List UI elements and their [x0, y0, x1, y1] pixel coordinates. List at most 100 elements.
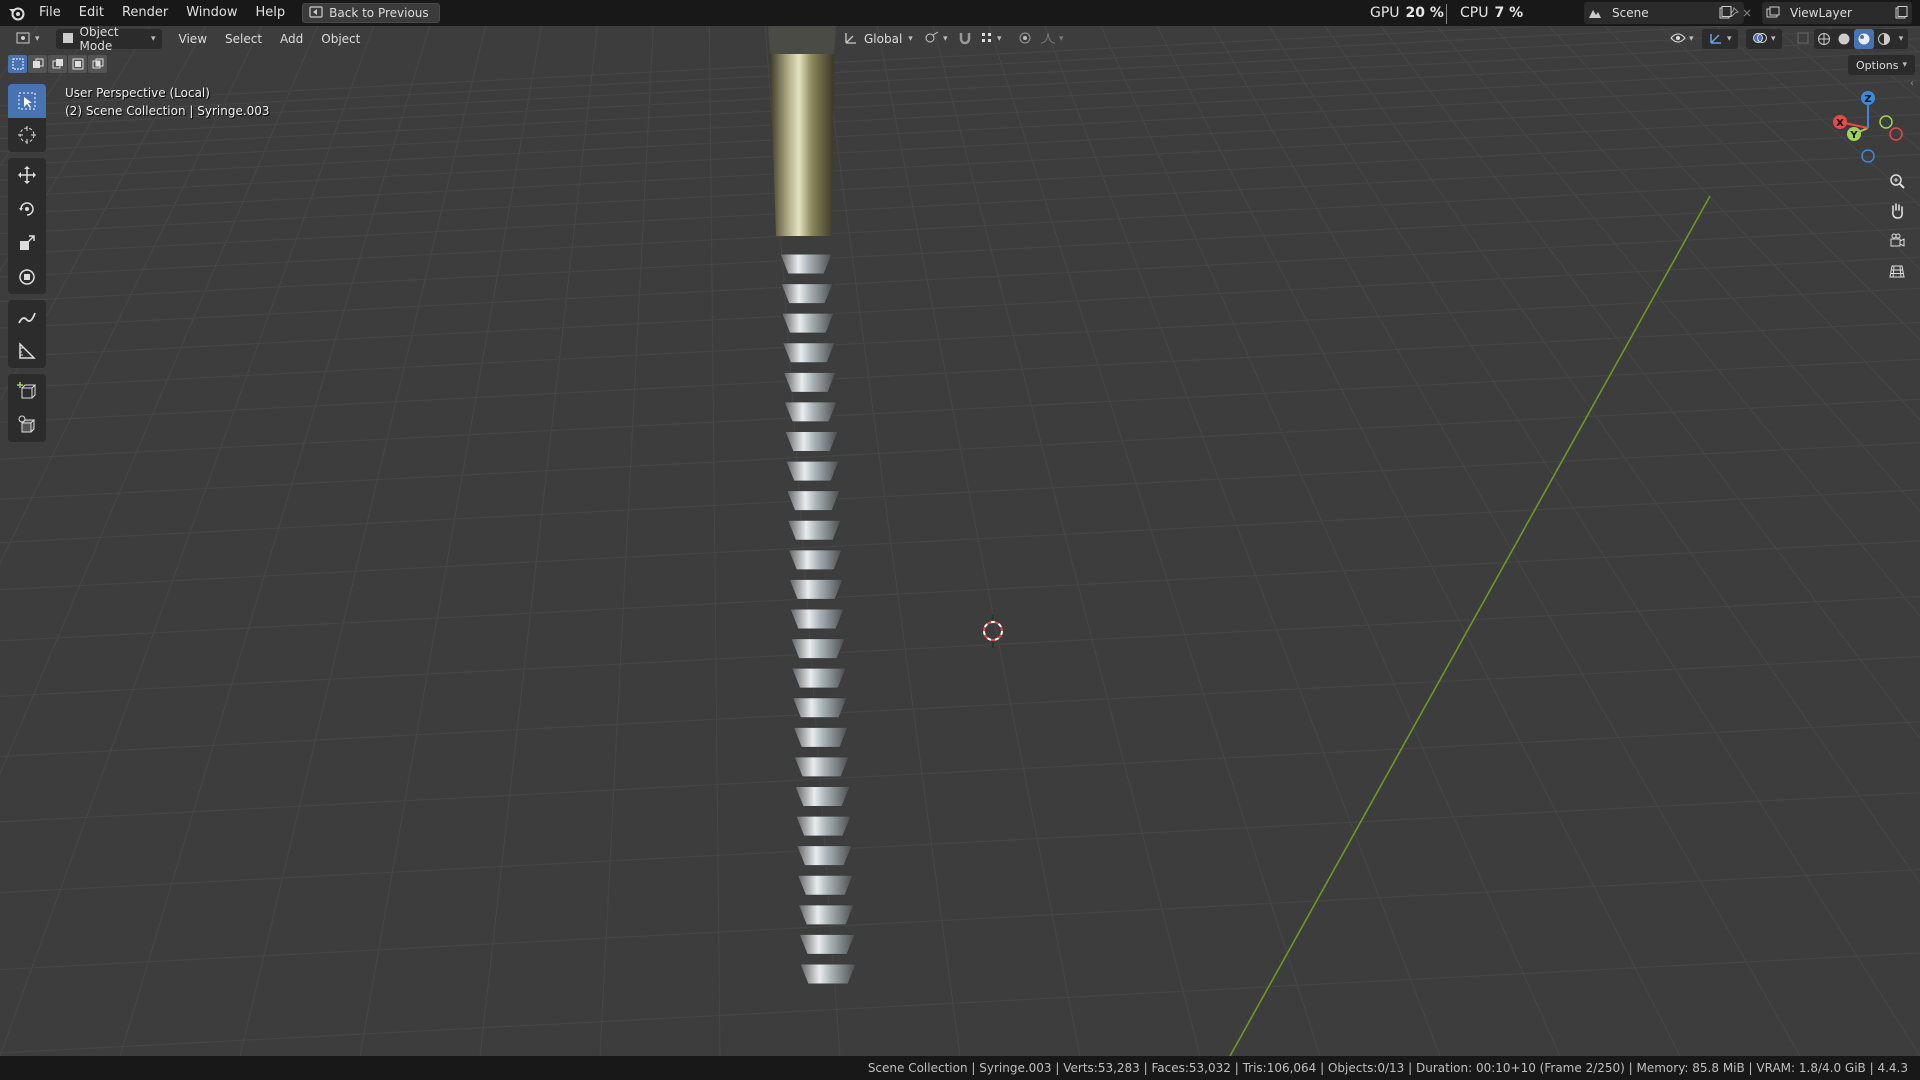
select-invert-icon[interactable] [68, 55, 87, 73]
falloff-dropdown[interactable]: ▾ [1034, 29, 1070, 49]
view-perspective-label: User Perspective (Local) [65, 86, 210, 100]
tool-shelf [8, 84, 46, 442]
cpu-label: CPU [1460, 5, 1489, 21]
pivot-point-dropdown[interactable]: ▾ [918, 29, 954, 49]
transform-tool-icon[interactable] [8, 260, 46, 294]
perspective-grid-icon[interactable] [1882, 256, 1912, 286]
editor-type-icon [16, 31, 32, 48]
chevron-down-icon: ▾ [1727, 34, 1732, 44]
zoom-magnifier-icon[interactable] [1882, 166, 1912, 196]
visibility-dropdown[interactable]: ▾ [1664, 29, 1700, 49]
measure-tool-icon[interactable] [8, 334, 46, 368]
select-new-icon[interactable] [8, 55, 27, 73]
add-cube-tool-icon[interactable] [8, 374, 46, 408]
new-scene-icon[interactable] [1714, 2, 1736, 24]
xray-toggle[interactable] [1790, 29, 1816, 49]
eye-icon [1670, 32, 1686, 47]
cursor-tool-icon[interactable] [8, 118, 46, 152]
select-box-tool-icon[interactable] [8, 84, 46, 118]
solid-shading-icon[interactable] [1834, 32, 1854, 46]
view-layer-name: ViewLayer [1790, 6, 1852, 20]
status-bar: Scene Collection | Syringe.003 | Verts:5… [0, 1056, 1920, 1080]
scene-statistics: Scene Collection | Syringe.003 | Verts:5… [867, 1061, 1908, 1075]
menu-add[interactable]: Add [271, 32, 312, 46]
3d-viewport[interactable]: ▾ Object Mode ▾ View Select Add Object G… [0, 26, 1920, 1056]
back-to-previous-button[interactable]: Back to Previous [302, 3, 440, 23]
options-dropdown[interactable]: Options ▾ [1848, 55, 1915, 75]
menu-file[interactable]: File [30, 2, 70, 24]
options-label: Options [1856, 58, 1899, 72]
annotate-tool-icon[interactable] [8, 300, 46, 334]
scale-tool-icon[interactable] [8, 226, 46, 260]
selection-mode-group [8, 55, 107, 73]
add-mesh-tool-icon[interactable] [8, 408, 46, 442]
orientation-icon [844, 31, 858, 48]
shading-mode-group: ▾ [1814, 29, 1908, 49]
rotate-tool-icon[interactable] [8, 192, 46, 226]
3d-cursor-icon[interactable] [983, 614, 1003, 648]
pivot-icon [924, 31, 940, 48]
camera-view-icon[interactable] [1882, 226, 1912, 256]
sidebar-toggle-chevron-icon[interactable]: ‹ [1910, 78, 1914, 89]
perf-divider [1446, 4, 1447, 24]
select-extend-icon[interactable] [28, 55, 47, 73]
cpu-usage: CPU 7 % [1460, 0, 1523, 26]
gizmo-neg-x-axis[interactable] [1889, 127, 1903, 141]
mode-dropdown[interactable]: Object Mode ▾ [55, 26, 162, 53]
active-collection-label: (2) Scene Collection | Syringe.003 [65, 104, 270, 118]
chevron-down-icon: ▾ [1771, 34, 1776, 44]
proportional-edit-icon [1018, 31, 1032, 48]
select-intersect-icon[interactable] [88, 55, 107, 73]
snap-target-dropdown[interactable]: ▾ [974, 29, 1008, 49]
gizmo-toggle[interactable]: ▾ [1702, 29, 1738, 49]
viewport-grid [0, 26, 1920, 1056]
overlays-toggle[interactable]: ▾ [1746, 29, 1782, 49]
overlays-icon [1752, 31, 1768, 48]
remove-scene-icon[interactable] [1736, 2, 1758, 24]
menu-view[interactable]: View [170, 32, 216, 46]
select-subtract-icon[interactable] [48, 55, 67, 73]
gpu-value: 20 % [1405, 5, 1444, 21]
menu-edit[interactable]: Edit [70, 2, 113, 24]
chevron-down-icon: ▾ [997, 34, 1002, 44]
magnet-icon [958, 31, 972, 48]
menu-render[interactable]: Render [113, 2, 177, 24]
syringe-threads [779, 253, 857, 985]
new-view-layer-icon[interactable] [1890, 2, 1912, 24]
scene-name: Scene [1612, 6, 1649, 20]
chevron-down-icon: ▾ [35, 34, 40, 44]
chevron-down-icon[interactable]: ▾ [1894, 34, 1908, 44]
move-tool-icon[interactable] [8, 158, 46, 192]
rendered-shading-icon[interactable] [1874, 32, 1894, 46]
transform-orientation-dropdown[interactable]: Global ▾ [838, 29, 919, 49]
gizmo-neg-y-axis[interactable] [1879, 115, 1893, 129]
pan-hand-icon[interactable] [1882, 196, 1912, 226]
gizmo-y-label: Y [1849, 130, 1858, 141]
back-screen-icon [309, 5, 323, 21]
gpu-label: GPU [1370, 5, 1400, 21]
navigation-gizmo[interactable]: Z X Y [1830, 86, 1910, 166]
view-layer-selector[interactable]: ViewLayer [1762, 2, 1912, 24]
chevron-down-icon: ▾ [1689, 34, 1694, 44]
chevron-down-icon: ▾ [151, 34, 156, 44]
scene-icon [1584, 2, 1606, 24]
syringe-object[interactable] [768, 26, 857, 985]
gizmo-x-label: X [1836, 118, 1844, 129]
chevron-down-icon: ▾ [1902, 60, 1907, 70]
gizmo-neg-z-axis[interactable] [1861, 149, 1875, 163]
menu-object[interactable]: Object [312, 32, 369, 46]
top-menu-bar: File Edit Render Window Help Back to Pre… [0, 0, 1920, 26]
orientation-label: Global [864, 32, 903, 46]
chevron-down-icon: ▾ [943, 34, 948, 44]
wireframe-shading-icon[interactable] [1814, 32, 1834, 46]
menu-window[interactable]: Window [177, 2, 246, 24]
menu-select[interactable]: Select [216, 32, 271, 46]
editor-type-dropdown[interactable]: ▾ [10, 29, 46, 49]
blender-logo-icon[interactable] [4, 0, 30, 26]
cpu-value: 7 % [1494, 5, 1524, 21]
view-layer-icon [1762, 2, 1784, 24]
menu-help[interactable]: Help [247, 2, 295, 24]
viewport-header: ▾ Object Mode ▾ View Select Add Object G… [0, 26, 1920, 53]
mode-label: Object Mode [79, 26, 119, 53]
material-preview-shading-icon[interactable] [1854, 29, 1874, 49]
